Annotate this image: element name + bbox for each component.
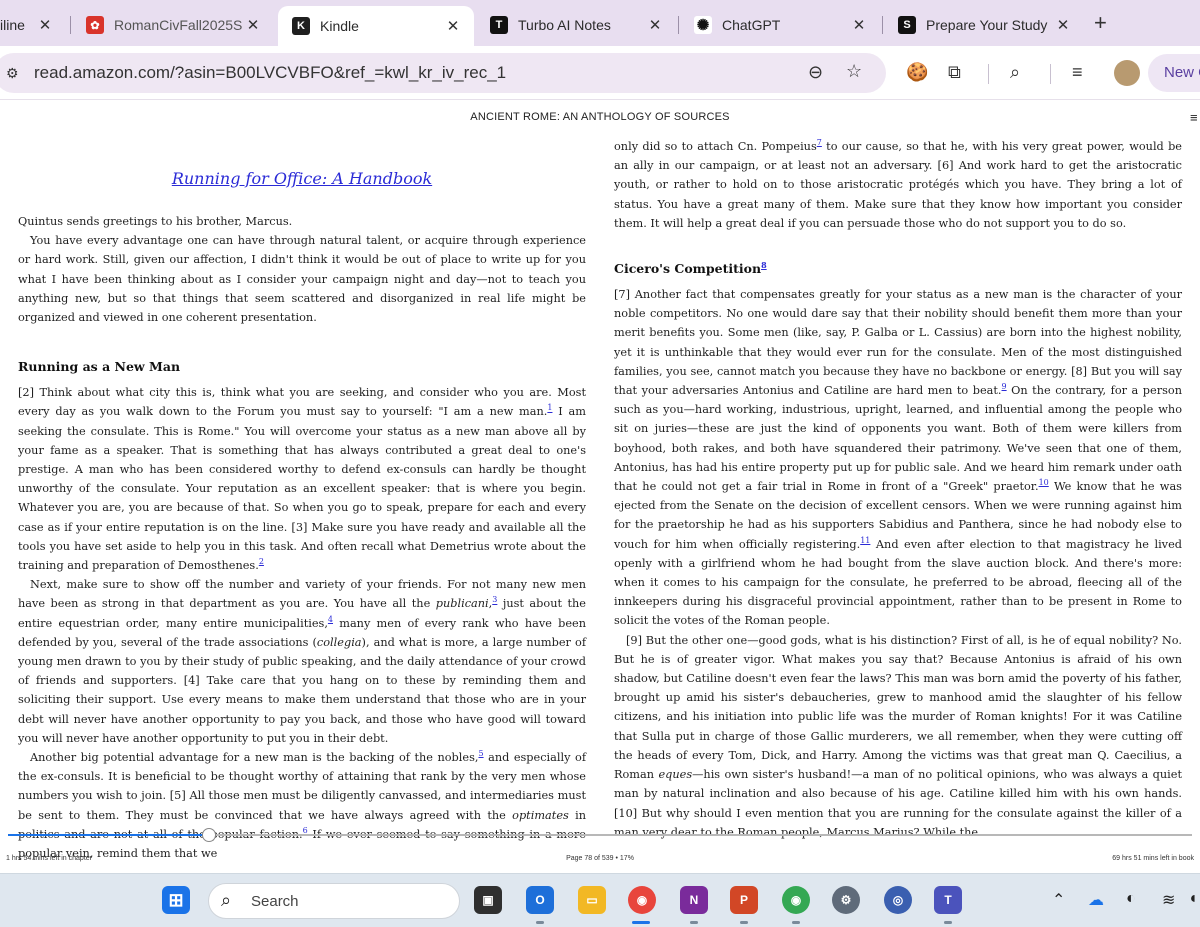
tab-title: Turbo AI Notes [518, 17, 611, 33]
close-icon[interactable]: ✕ [644, 16, 666, 34]
tab-title: Kindle [320, 18, 359, 34]
toolbar-divider [1050, 64, 1051, 84]
tab-title: Prepare Your Study [926, 17, 1048, 33]
paragraph: only did so to attach Cn. Pompeius7 to o… [614, 138, 1182, 230]
chrome-icon[interactable]: ◉ [628, 886, 656, 914]
tab-chatgpt[interactable]: ✺ ChatGPT ✕ [680, 6, 880, 44]
book-title: ANCIENT ROME: AN ANTHOLOGY OF SOURCES [470, 111, 730, 123]
tab-romanciv[interactable]: ✿ RomanCivFall2025S ✕ [72, 6, 274, 44]
tab-turbo-ai-notes[interactable]: T Turbo AI Notes ✕ [476, 6, 676, 44]
footnote-link[interactable]: 11 [860, 536, 870, 545]
chatgpt-icon: ✺ [694, 16, 712, 34]
settings-gear-icon[interactable]: ⚙ [832, 886, 860, 914]
study-icon: S [898, 16, 916, 34]
tab-divider [70, 16, 71, 34]
reading-list-icon[interactable]: ≡ [1072, 62, 1083, 83]
extension-cookie-icon[interactable]: 🍪 [906, 62, 928, 83]
taskbar-search[interactable]: ⌕ Search [208, 883, 460, 919]
paragraph: [7] Another fact that compensates greatl… [614, 288, 1182, 628]
extensions-puzzle-icon[interactable]: ⧉ [948, 62, 961, 83]
close-icon[interactable]: ✕ [848, 16, 870, 34]
search-label: Search [251, 893, 299, 910]
powerpoint-icon[interactable]: P [730, 886, 758, 914]
teams-icon[interactable]: T [934, 886, 962, 914]
tab-divider [882, 16, 883, 34]
close-icon[interactable]: ✕ [442, 17, 464, 35]
tab-search-icon[interactable]: ⌕ [1010, 62, 1020, 83]
paragraph: You have every advantage one can have th… [18, 234, 586, 325]
reading-column-left: Running for Office: A Handbook Quintus s… [18, 164, 586, 863]
outlook-icon[interactable]: O [526, 886, 554, 914]
wifi-icon[interactable]: ≋ [1162, 890, 1175, 910]
profile-avatar[interactable] [1114, 60, 1140, 86]
close-icon[interactable]: ✕ [34, 16, 56, 34]
running-indicator [536, 921, 544, 924]
roman-civ-icon: ✿ [86, 16, 104, 34]
section-heading: Running as a New Man [18, 359, 181, 375]
site-settings-icon[interactable]: ⚙ [6, 65, 19, 82]
paragraph: [9] But the other one—good gods, what is… [614, 633, 1183, 839]
footnote-link[interactable]: 8 [761, 260, 767, 270]
volume-icon[interactable]: ◖ [1188, 890, 1198, 908]
search-icon: ⌕ [221, 890, 232, 910]
paragraph: Quintus sends greetings to his brother, … [18, 215, 293, 228]
tab-divider [678, 16, 679, 34]
chapter-title-link[interactable]: Running for Office: A Handbook [18, 164, 586, 194]
running-indicator [740, 921, 748, 924]
tab-title: iline [0, 17, 25, 33]
onenote-icon[interactable]: N [680, 886, 708, 914]
toolbar-divider [988, 64, 989, 84]
time-left-in-book: 69 hrs 51 mins left in book [1112, 855, 1194, 862]
bookmark-star-icon[interactable]: ☆ [846, 61, 862, 82]
chrome-profile-icon[interactable]: ◉ [782, 886, 810, 914]
onedrive-cloud-icon[interactable]: ☁ [1088, 890, 1104, 910]
running-indicator [690, 921, 698, 924]
task-view-icon[interactable]: ▣ [474, 886, 502, 914]
paragraph: [2] Think about what city this is, think… [18, 386, 587, 573]
paragraph: Another big potential advantage for a ne… [18, 749, 586, 861]
kindle-icon: K [292, 17, 310, 35]
running-indicator [944, 921, 952, 924]
new-tab-button[interactable]: + [1094, 10, 1107, 36]
close-icon[interactable]: ✕ [242, 16, 264, 34]
reading-column-right: only did so to attach Cn. Pompeius7 to o… [614, 137, 1182, 842]
tab-title: ChatGPT [722, 17, 781, 33]
tab-prepare-study[interactable]: S Prepare Your Study ✕ [884, 6, 1084, 44]
address-bar[interactable]: ⚙ read.amazon.com/?asin=B00LVCVBFO&ref_=… [0, 53, 886, 93]
running-indicator [792, 921, 800, 924]
browser-toolbar: ⚙ read.amazon.com/?asin=B00LVCVBFO&ref_=… [0, 46, 1200, 100]
browser-tab-strip: iline ✕ ✿ RomanCivFall2025S ✕ K Kindle ✕… [0, 0, 1200, 46]
chevron-up-icon[interactable]: ⌃ [1052, 890, 1065, 910]
headset-icon[interactable]: ◐ [1126, 890, 1136, 908]
footnote-link[interactable]: 2 [259, 557, 264, 566]
tab-title: RomanCivFall2025S [114, 17, 242, 33]
section-heading: Cicero's Competition8 [614, 259, 767, 277]
close-icon[interactable]: ✕ [1052, 16, 1074, 34]
file-explorer-icon[interactable]: ▭ [578, 886, 606, 914]
footnote-link[interactable]: 10 [1039, 478, 1049, 487]
windows-taskbar: ⊞ ⌕ Search ▣ O ▭ ◉ N P ◉ ⚙ ◎ T ⌃ ☁ ◐ ≋ ◖ [0, 873, 1200, 927]
active-indicator [632, 921, 650, 924]
tab-kindle[interactable]: K Kindle ✕ [278, 6, 474, 46]
page-location: Page 78 of 539 • 17% [566, 855, 634, 862]
zoom-icon[interactable]: ⊖ [808, 62, 823, 83]
windows-start-icon[interactable]: ⊞ [162, 886, 190, 914]
reading-progress-bar[interactable] [8, 828, 1192, 842]
new-chat-button[interactable]: New C [1148, 54, 1200, 92]
app-icon[interactable]: ◎ [884, 886, 912, 914]
turbo-ai-icon: T [490, 16, 508, 34]
progress-fill [8, 834, 210, 836]
tab-online[interactable]: iline ✕ [0, 6, 66, 44]
url-text[interactable]: read.amazon.com/?asin=B00LVCVBFO&ref_=kw… [34, 63, 506, 83]
paragraph: Next, make sure to show off the number a… [18, 578, 586, 745]
reader-menu-icon[interactable]: ≡ [1190, 110, 1198, 125]
